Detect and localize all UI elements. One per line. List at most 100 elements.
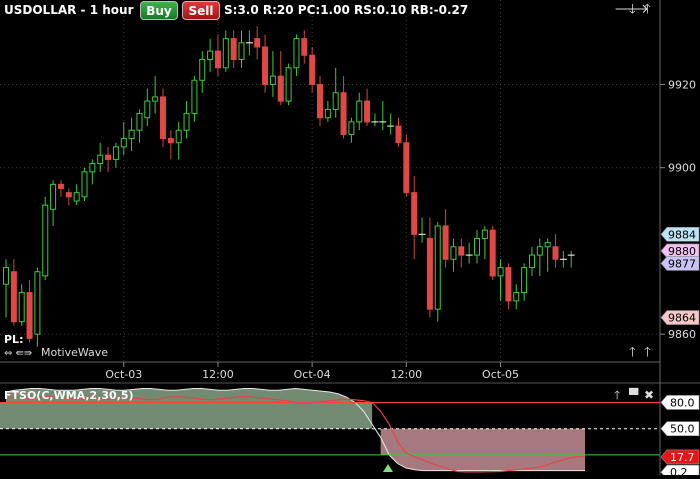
oscillator-level-tag: 0.2 (660, 464, 700, 479)
candle-body-up (128, 129, 135, 140)
candle-body-down (277, 75, 284, 102)
candle-body-up (120, 138, 127, 148)
candle-body-up (199, 58, 206, 81)
price-tick-label: 9900 (668, 162, 696, 175)
candle-body-up (513, 292, 520, 302)
candle-body-up (536, 246, 543, 256)
candle-body-down (489, 229, 496, 277)
candle[interactable] (489, 225, 496, 281)
candle-body-up (481, 229, 488, 239)
candle-body-up (207, 50, 214, 60)
brand-label: MotiveWave (41, 346, 108, 359)
candle-body-up (42, 204, 49, 277)
candle-body-down (214, 50, 221, 69)
candle-body-up (112, 146, 119, 160)
candle-body-up (332, 92, 339, 110)
candle-body-up (285, 67, 292, 102)
price-tick-label: 9860 (668, 328, 696, 341)
price-marker-label: 9880 (668, 245, 696, 258)
candle[interactable] (434, 221, 441, 322)
time-tick-label: 12:00 (390, 368, 422, 381)
candle-body-up (450, 246, 457, 260)
arrow-up-icon[interactable]: 🡑 (644, 345, 651, 360)
pl-label: PL: (4, 333, 23, 346)
candle-body-down (254, 38, 261, 48)
candle-body-down (442, 225, 449, 260)
candle-body-up (474, 237, 480, 256)
oscillator-level-tag: 80.0 (660, 395, 700, 410)
pan-arrows-icon[interactable]: ⇔ ⇚⇛ (4, 348, 32, 359)
arrow-up-icon[interactable]: 🡑 (629, 345, 636, 360)
candle-body-up (152, 96, 159, 102)
arrow-down-icon[interactable]: 🡓 (629, 2, 636, 17)
candle-body-up (434, 225, 441, 310)
candle-body-up (183, 113, 190, 131)
oscillator-level-label: 80.0 (670, 396, 695, 409)
candle-body-up (324, 108, 331, 119)
indicator-controls[interactable]: 🡑 ▀ ✖ (614, 387, 654, 402)
candle-body-up (293, 38, 300, 69)
candle-body-down (340, 92, 347, 135)
indicator-title: FTSO(C,WMA,2,30,5) (4, 389, 134, 402)
price-marker-label: 9884 (668, 228, 696, 241)
price-marker: 9877 (660, 256, 700, 271)
candle-body-up (497, 267, 504, 277)
oscillator-level-label: 0.2 (670, 466, 688, 475)
arrow-up-icon[interactable]: 🡑 (614, 388, 620, 402)
price-tick-label: 9920 (668, 78, 696, 91)
oscillator-level-label: 17.7 (670, 451, 695, 464)
candle-body-down (301, 38, 308, 56)
candle-body-up (18, 292, 25, 323)
candle-body-up (175, 129, 182, 144)
candle-body-up (356, 100, 363, 123)
price-marker: 9880 (660, 243, 700, 259)
nav-controls-top[interactable]: 🡒 🡓 🡑 (614, 2, 651, 17)
candle[interactable] (285, 63, 292, 106)
time-tick-label: Oct-04 (294, 368, 331, 381)
candle-body-down (364, 100, 371, 123)
oscillator-level-tag: 50.0 (660, 421, 700, 436)
candle-body-up (89, 163, 96, 173)
candle-body-down (458, 246, 465, 256)
close-icon[interactable]: ✖ (644, 388, 654, 402)
time-tick-label: Oct-05 (482, 368, 519, 381)
buy-button[interactable]: Buy (140, 1, 178, 20)
candle-body-up (97, 154, 104, 165)
candle[interactable] (42, 196, 49, 281)
oscillator-level-label: 50.0 (670, 423, 695, 436)
candle-body-up (81, 171, 88, 198)
candle[interactable] (81, 167, 88, 201)
candle-body-down (426, 237, 433, 310)
candle-body-up (348, 121, 355, 135)
strategy-params: S:3.0 R:20 PC:1.00 RS:0.10 RB:-0.27 (224, 3, 469, 17)
chart-canvas[interactable]: 9920 9900 9860 9884 98809877 9864 Oct-03 12:0… (0, 0, 700, 479)
candle-body-down (10, 271, 17, 323)
candle-body-up (136, 113, 143, 131)
candle-body-down (309, 54, 316, 85)
oscillator-band-fill-low (380, 428, 585, 455)
candle-body-down (403, 142, 410, 194)
candle-body-down (317, 83, 323, 119)
candle-body-down (57, 183, 64, 189)
candle[interactable] (160, 88, 166, 147)
price-marker: 9864 (660, 310, 700, 325)
price-marker-label: 9864 (668, 312, 696, 325)
candle-body-down (65, 192, 72, 198)
chart-window: 9920 9900 9860 9884 9880 9877 9864 Oct-03 12:0… (0, 0, 700, 479)
candle-body-down (230, 38, 237, 60)
chart-title: USDOLLAR - 1 hour (4, 3, 134, 17)
candle[interactable] (403, 134, 410, 197)
time-tick-label: Oct-03 (105, 368, 142, 381)
oscillator-level-tag: 17.7 (660, 449, 700, 465)
sell-button[interactable]: Sell (182, 1, 220, 20)
price-marker-label: 9877 (668, 257, 696, 270)
candle-body-up (269, 75, 276, 85)
arrow-up-icon[interactable]: 🡑 (644, 2, 651, 17)
oscillator-band-fill-high (0, 402, 373, 429)
candle-body-up (222, 38, 229, 69)
candle-body-up (521, 267, 528, 294)
price-marker: 9884 (660, 226, 700, 242)
candle-body-down (160, 96, 166, 140)
window-restore-icon[interactable]: ▀ (628, 387, 639, 402)
candle-body-up (238, 42, 245, 60)
